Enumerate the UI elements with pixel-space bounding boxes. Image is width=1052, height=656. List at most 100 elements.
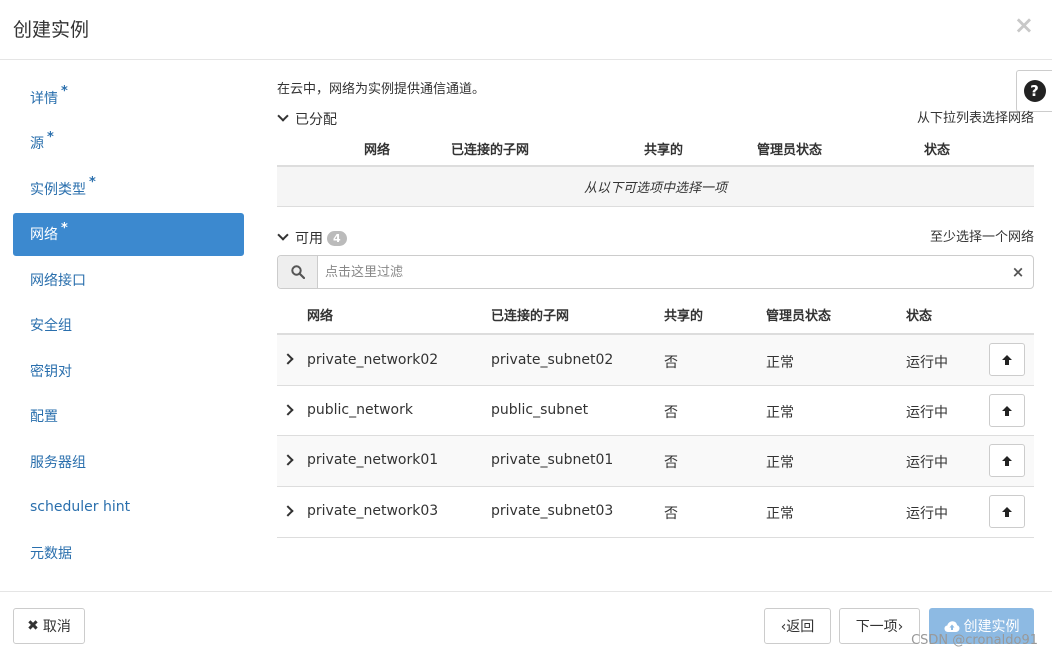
cancel-button[interactable]: ✖ 取消 <box>13 608 85 644</box>
filter-input[interactable] <box>318 256 1003 288</box>
column-header-shared: 共享的 <box>664 309 704 324</box>
required-marker: * <box>61 220 68 236</box>
next-button[interactable]: 下一项› <box>839 608 920 644</box>
clear-filter-icon[interactable]: × <box>1003 256 1033 288</box>
chevron-right-icon[interactable] <box>282 353 294 365</box>
arrow-up-icon <box>1002 405 1012 416</box>
sidebar-item-flavor[interactable]: 实例类型 * <box>13 167 244 210</box>
sidebar-item-server-groups[interactable]: 服务器组 <box>13 440 244 483</box>
chevron-right-icon[interactable] <box>282 404 294 416</box>
shared-value: 否 <box>664 506 678 522</box>
column-header-network: 网络 <box>307 309 334 324</box>
required-marker: * <box>61 84 68 99</box>
sidebar-item-source[interactable]: 源 * <box>13 122 244 165</box>
sidebar-item-label: 密钥对 <box>30 363 72 380</box>
status-value: 运行中 <box>906 355 948 371</box>
table-row: public_network public_subnet 否 正常 运行中 <box>277 386 1034 436</box>
available-count-badge: 4 <box>327 230 347 246</box>
available-note: 至少选择一个网络 <box>929 230 1034 245</box>
column-header-network: 网络 <box>364 143 391 158</box>
network-name: private_network03 <box>307 503 439 519</box>
chevron-right-icon[interactable] <box>282 505 294 517</box>
column-header-status: 状态 <box>924 143 951 158</box>
modal-header: 创建实例 × <box>0 0 1052 60</box>
subnet-name: private_subnet03 <box>491 503 614 519</box>
sidebar-item-metadata[interactable]: 元数据 <box>13 531 244 574</box>
status-value: 运行中 <box>906 455 948 471</box>
watermark: CSDN @cronaldo91 <box>911 633 1038 648</box>
sidebar-item-label: 实例类型 <box>30 181 86 198</box>
sidebar-item-label: 详情 <box>30 90 58 107</box>
cloud-upload-icon <box>944 620 959 632</box>
sidebar-item-scheduler-hint[interactable]: scheduler hint <box>13 486 244 529</box>
sidebar-item-label: 源 <box>30 136 44 152</box>
modal-footer: ✖ 取消 ‹返回 下一项› 创建实例 CSDN @cronaldo91 <box>0 591 1052 656</box>
column-header-admin-state: 管理员状态 <box>757 143 823 158</box>
sidebar-item-label: 网络 <box>30 227 58 243</box>
filter-box: × <box>277 255 1034 289</box>
subnet-name: private_subnet01 <box>491 452 614 468</box>
subnet-name: public_subnet <box>491 402 589 418</box>
allocate-button[interactable] <box>989 394 1025 427</box>
sidebar-item-details[interactable]: 详情 * <box>13 76 244 119</box>
sidebar-item-networks[interactable]: 网络 * <box>13 212 244 256</box>
column-header-subnets: 已连接的子网 <box>491 309 570 324</box>
network-name: public_network <box>307 402 413 418</box>
available-title: 可用 <box>295 231 323 247</box>
step-description: 在云中，网络为实例提供通信通道。 <box>277 82 486 97</box>
empty-allocated-row: 从以下可选项中选择一项 <box>277 167 1034 207</box>
arrow-up-icon <box>1002 506 1012 517</box>
sidebar-item-label: 配置 <box>30 409 58 425</box>
sidebar-item-label: 服务器组 <box>30 454 86 471</box>
subnet-name: private_subnet02 <box>491 352 614 368</box>
allocate-button[interactable] <box>989 444 1025 477</box>
available-section-toggle[interactable]: 可用 4 <box>277 228 347 248</box>
sidebar-item-label: 安全组 <box>30 318 72 334</box>
column-header-subnets: 已连接的子网 <box>451 143 530 158</box>
arrow-up-icon <box>1002 354 1012 365</box>
admin-state-value: 正常 <box>766 405 794 421</box>
sidebar-item-label: scheduler hint <box>30 499 131 515</box>
column-header-shared: 共享的 <box>644 143 684 158</box>
network-name: private_network01 <box>307 452 439 468</box>
modal-title: 创建实例 <box>13 19 90 41</box>
column-header-admin-state: 管理员状态 <box>766 309 832 324</box>
table-row: private_network03 private_subnet03 否 正常 … <box>277 487 1034 538</box>
allocated-note: 从下拉列表选择网络 <box>916 111 1034 126</box>
required-marker: * <box>47 129 54 145</box>
sidebar-item-key-pair[interactable]: 密钥对 <box>13 349 244 392</box>
shared-value: 否 <box>664 405 678 421</box>
network-name: private_network02 <box>307 352 439 368</box>
status-value: 运行中 <box>906 405 948 421</box>
table-row: private_network02 private_subnet02 否 正常 … <box>277 335 1034 386</box>
allocated-title: 已分配 <box>295 112 337 128</box>
admin-state-value: 正常 <box>766 455 794 471</box>
help-button[interactable]: ? <box>1016 70 1052 112</box>
allocate-button[interactable] <box>989 343 1025 376</box>
table-row: private_network01 private_subnet01 否 正常 … <box>277 436 1034 487</box>
close-button[interactable]: × <box>1014 11 1034 39</box>
back-button[interactable]: ‹返回 <box>764 608 831 644</box>
allocate-button[interactable] <box>989 495 1025 528</box>
admin-state-value: 正常 <box>766 506 794 522</box>
chevron-down-icon <box>277 229 289 241</box>
shared-value: 否 <box>664 455 678 471</box>
cancel-label: 取消 <box>42 619 71 635</box>
sidebar-item-network-ports[interactable]: 网络接口 <box>13 258 244 301</box>
shared-value: 否 <box>664 355 678 371</box>
allocated-section-toggle[interactable]: 已分配 <box>277 109 337 129</box>
column-header-status: 状态 <box>906 309 933 324</box>
wizard-sidebar: 详情 * 源 * 实例类型 * 网络 * 网络接口 安全组 密钥对 配置 服务器组 sc… <box>13 76 244 577</box>
close-icon: ✖ <box>27 618 39 634</box>
sidebar-item-label: 网络接口 <box>30 272 86 289</box>
chevron-down-icon <box>277 110 289 122</box>
help-icon: ? <box>1023 80 1046 102</box>
sidebar-item-configuration[interactable]: 配置 <box>13 395 244 438</box>
admin-state-value: 正常 <box>766 355 794 371</box>
sidebar-item-label: 元数据 <box>30 545 72 562</box>
arrow-up-icon <box>1002 455 1012 466</box>
chevron-right-icon[interactable] <box>282 454 294 466</box>
status-value: 运行中 <box>906 506 948 522</box>
required-marker: * <box>89 175 96 190</box>
sidebar-item-security-groups[interactable]: 安全组 <box>13 304 244 347</box>
